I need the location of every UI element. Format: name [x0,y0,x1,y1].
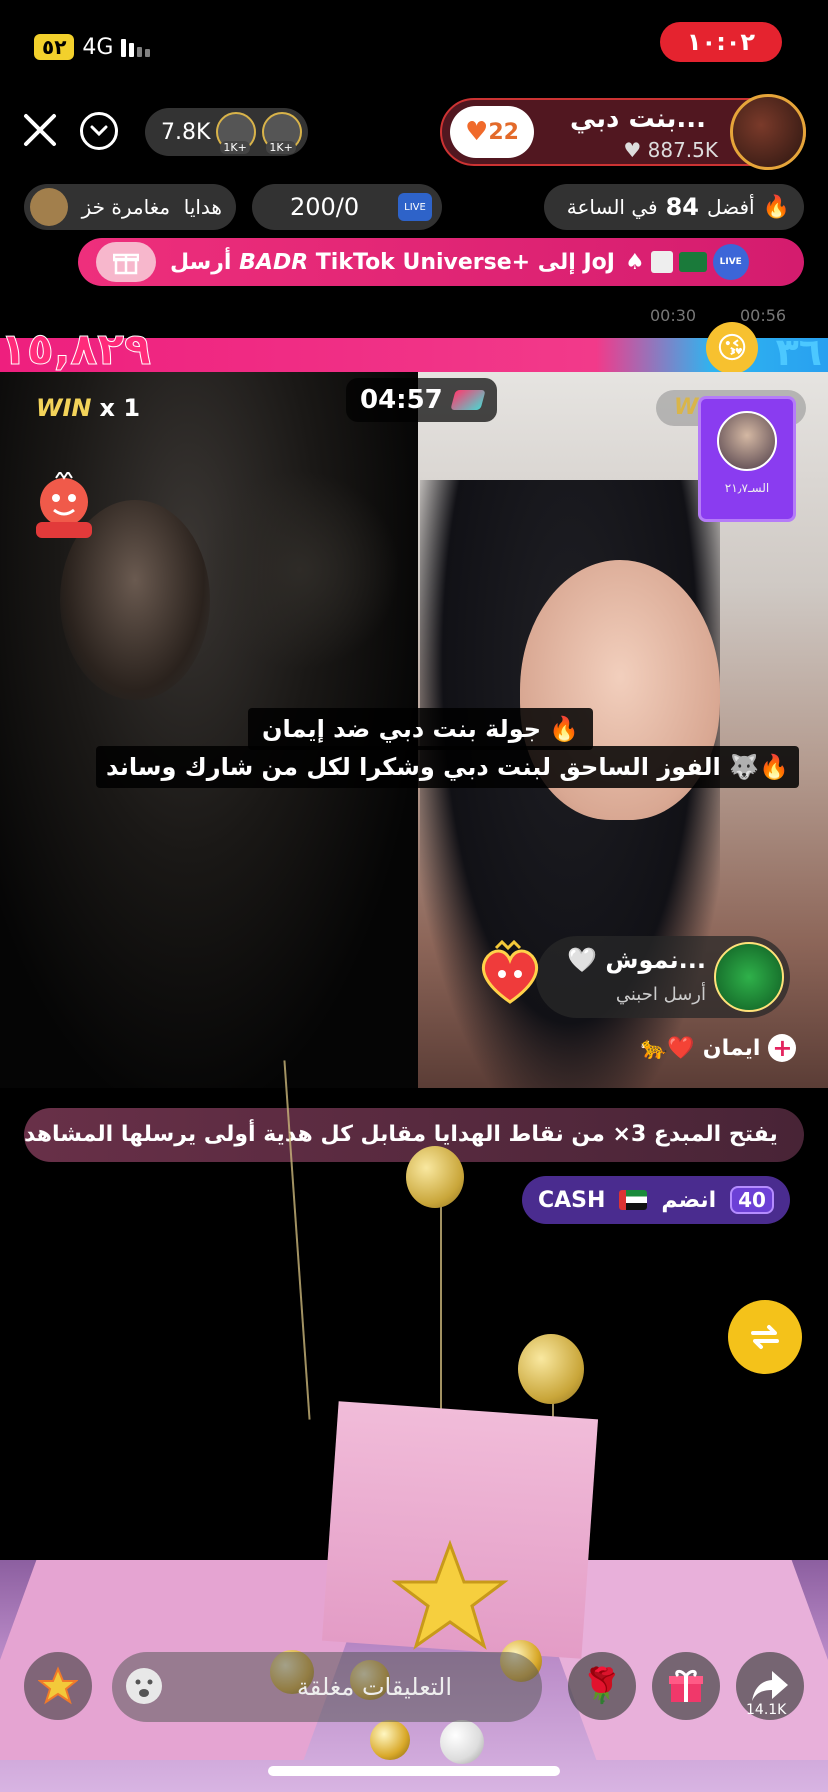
gift-pearl [370,1720,410,1760]
host-likes: ♥ 887.5K [623,138,718,162]
host-avatar[interactable] [730,94,806,170]
banner-text: أرسل 𝘽𝘼𝘿𝙍 TikTok Universe+ إلى JoJ [170,249,615,275]
spade-icon: ♠ [624,249,645,275]
caption-line-2: الفوز الساحق لبنت دبي وشكرا لكل من شارك … [96,746,799,788]
like-count: 22 [488,119,519,145]
gifts-pill[interactable]: مغامرة خز هدايا [24,184,236,230]
gift-icon[interactable] [96,242,156,282]
rank-prefix: أفضل [706,195,755,219]
gift-pearl [440,1720,484,1764]
fire-icon: 🔥 [762,194,790,220]
favorite-star-button[interactable] [24,1652,92,1720]
battle-score-right: ٣٦ [775,330,822,374]
banner-icons: ♠ LIVE [625,244,749,280]
wolf-image [200,470,400,670]
swap-icon[interactable] [728,1300,802,1374]
share-count: 14.1K [746,1702,787,1718]
adventure-label: مغامرة خز [81,195,171,219]
tiktok-live-icon: LIVE [712,244,749,280]
gift-notification[interactable]: 🤍 نموش... أرسل احبني [536,936,790,1018]
mascot-badge-icon[interactable] [30,470,98,544]
uae-flag-icon [619,1190,648,1210]
gift-box-icon [650,251,673,273]
battle-icon [450,390,486,410]
kiss-emoji-icon: 😘 [706,322,758,374]
balloon [518,1334,584,1404]
mini-timer: 00:30 [650,306,697,325]
caption-line-1: جولة بنت دبي ضد إيمان 🔥 [248,708,594,750]
like-badge[interactable]: ♥ 22 [450,106,534,158]
home-indicator[interactable] [268,1766,560,1776]
mini-timer: 00:56 [740,306,787,325]
close-icon[interactable] [22,112,58,148]
sender-name: 🤍 نموش... [567,946,706,974]
saudi-flag-icon [678,252,707,272]
top-viewer-avatar[interactable]: 1K+ [262,112,303,154]
battery-indicator: ٥٢ [34,34,75,60]
guest-avatar [717,411,777,471]
heart-gift-icon [474,938,546,1010]
balloon-string [440,1200,442,1420]
gift-button[interactable] [652,1652,720,1720]
gift-banner[interactable]: أرسل 𝘽𝘼𝘿𝙍 TikTok Universe+ إلى JoJ ♠ LIV… [78,238,804,286]
score-pill[interactable]: 200/0 LIVE [252,184,442,230]
gifts-label: هدايا [183,195,222,219]
tiktok-live-icon: LIVE [398,193,432,221]
status-bar-left: ٥٢ 4G [34,34,151,60]
star-icon [390,1539,510,1650]
cash-label: CASH [538,1187,606,1213]
heart-icon: ♥ [623,138,642,162]
guest-card-label: السـ٢١٫٧ [724,481,770,495]
hourly-rank-pill[interactable]: في الساعة 84 أفضل 🔥 [544,184,804,230]
rank-number: 84 [665,193,699,221]
rose-gift-button[interactable]: 🌹 [568,1652,636,1720]
gift-thumb [30,188,68,226]
chevron-down-icon[interactable] [80,112,118,150]
host-name: بنت دبي... [569,104,706,134]
coin-count: 40 [730,1186,774,1214]
join-cash-pill[interactable]: CASH انضم 40 [522,1176,790,1224]
heart-icon: ♥ [465,117,489,147]
sender-avatar [714,942,784,1012]
win-badge-left: WIN x 1 [36,394,141,422]
clock: ١٠:٠٢ [660,22,782,62]
join-label: انضم [661,1187,717,1213]
guest-emojis: 🐆❤️ [640,1035,695,1061]
gift-description: أرسل احبني [615,984,706,1005]
guest-follow-row[interactable]: 🐆❤️ ايمان + [640,1034,797,1062]
network-label: 4G [82,34,114,60]
follow-plus-icon[interactable]: + [768,1034,797,1062]
guest-name: ايمان [702,1035,761,1061]
emoji-icon[interactable] [110,1652,178,1720]
battle-score-left: ١٥,٨٢٩ [0,324,151,376]
rank-suffix: في الساعة [566,195,658,219]
signal-icon [121,37,151,57]
viewer-count: 7.8K [161,119,211,145]
score-value: 200/0 [290,193,360,221]
heart-icon: 🤍 [567,946,598,974]
balloon [406,1146,464,1208]
top-viewer-avatar[interactable]: 1K+ [216,112,257,154]
guest-card[interactable]: السـ٢١٫٧ [698,396,796,522]
battle-timer: 04:57 [346,378,497,422]
viewer-count-pill[interactable]: 7.8K 1K+ 1K+ [145,108,309,156]
